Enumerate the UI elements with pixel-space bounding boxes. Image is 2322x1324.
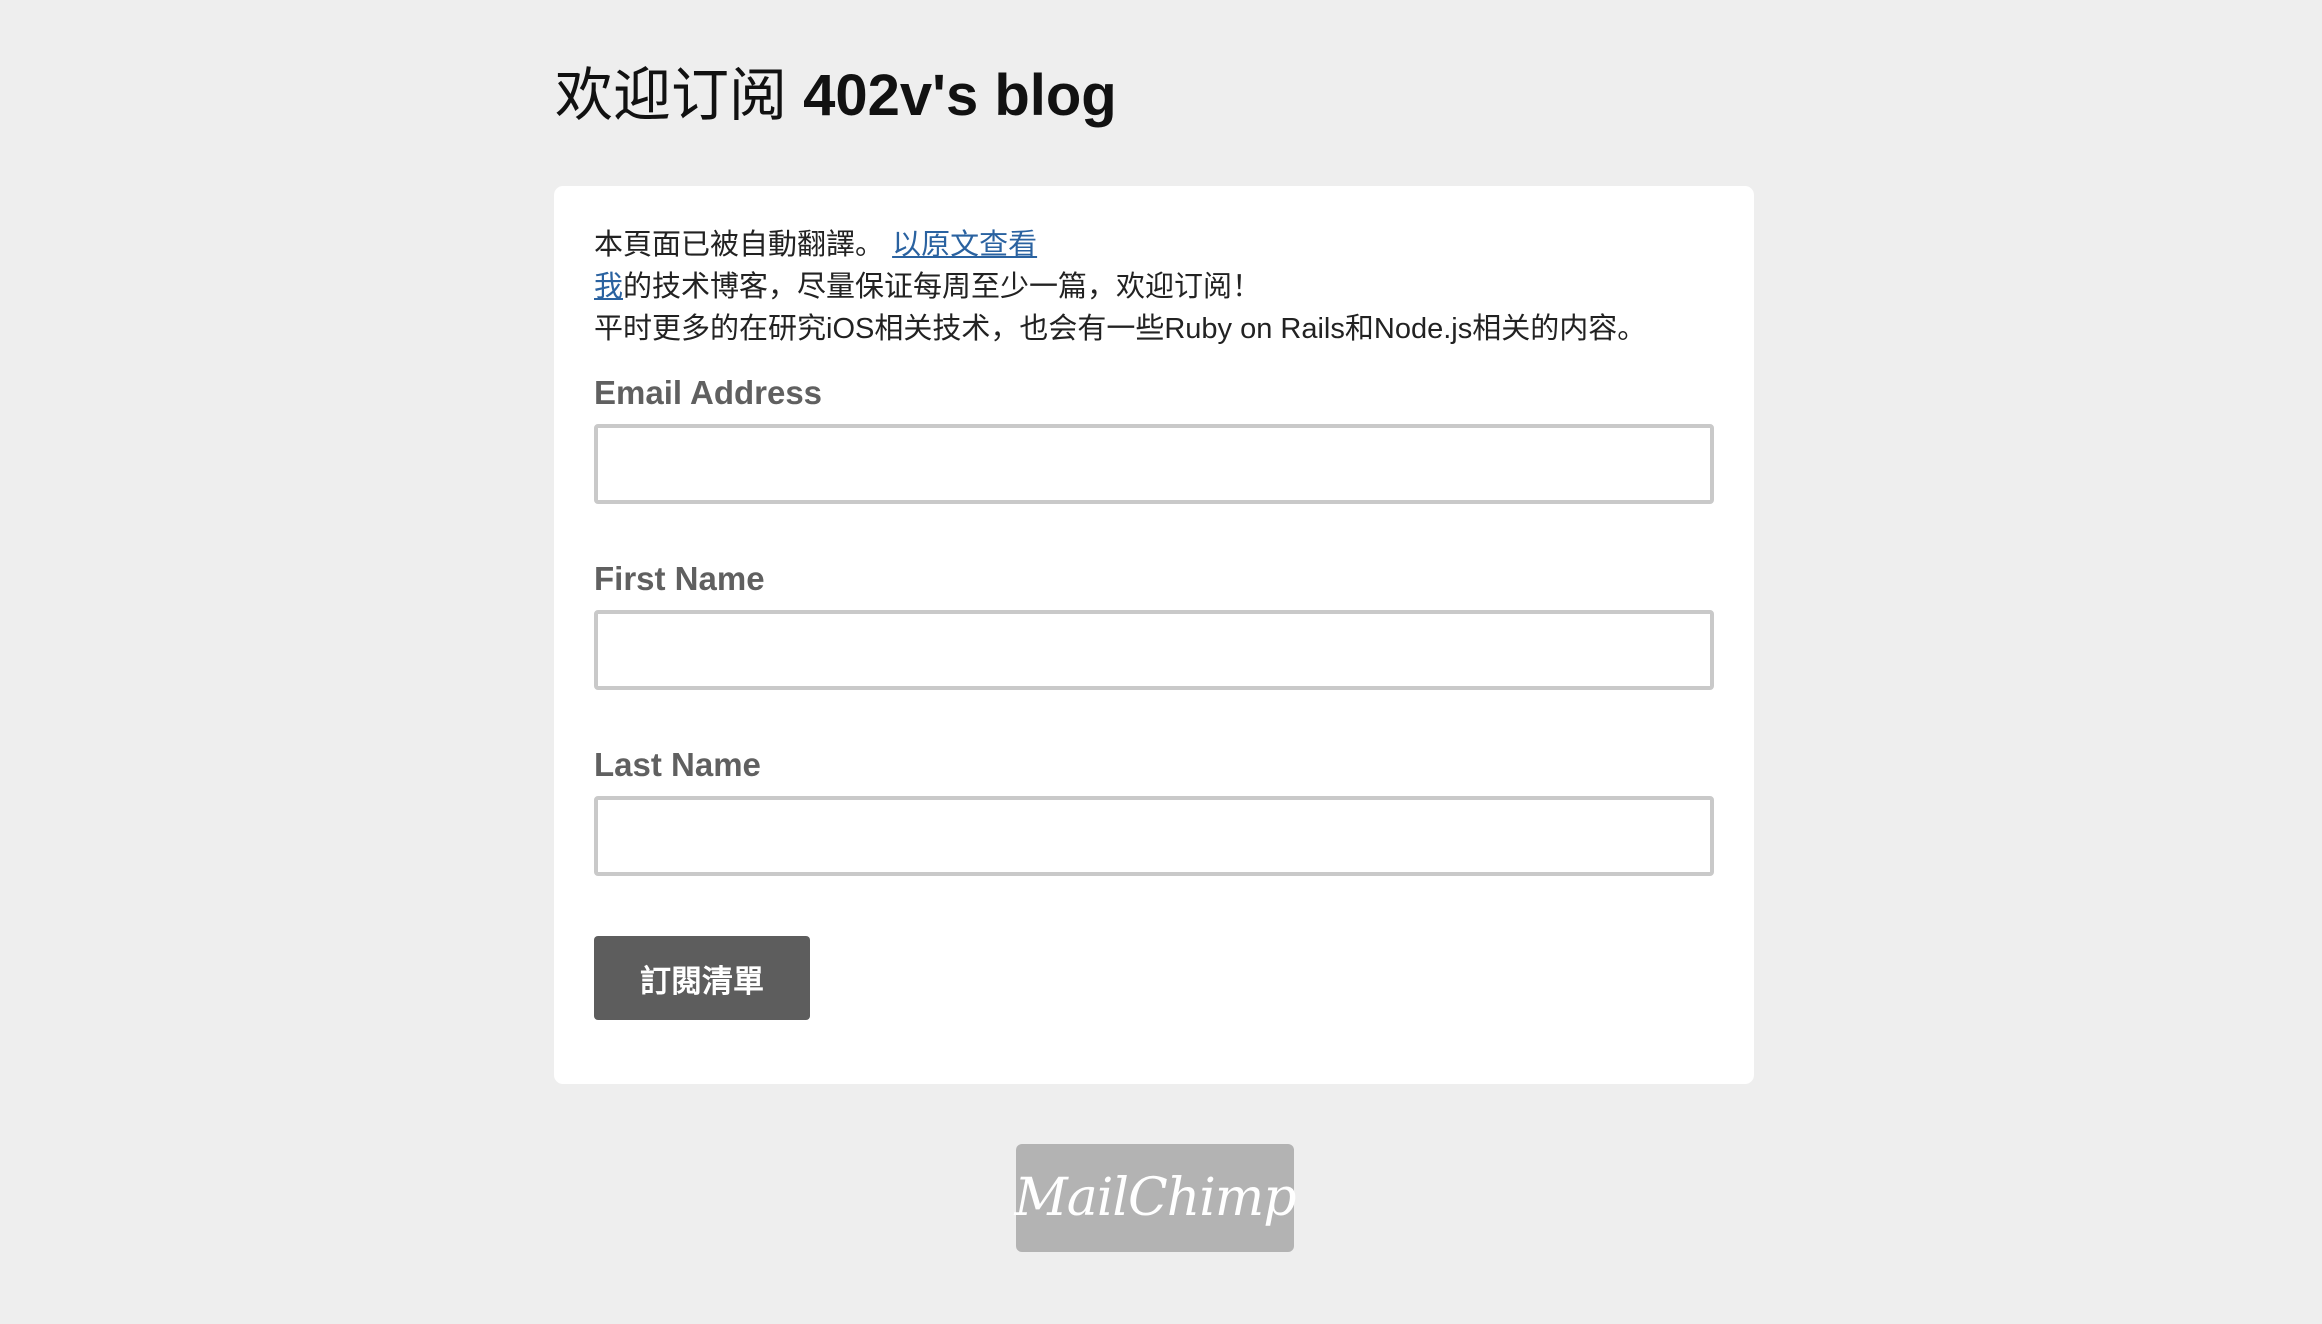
mailchimp-badge[interactable]: MailChimp — [1014, 1144, 1297, 1252]
intro-line-2: 我的技术博客，尽量保证每周至少一篇，欢迎订阅！ — [594, 266, 1724, 308]
last-name-label: Last Name — [594, 746, 761, 783]
page-title-blog-name: 402v's blog — [803, 63, 1117, 128]
subscribe-button[interactable]: 訂閱清單 — [594, 936, 810, 1020]
page-title-prefix: 欢迎订阅 — [555, 63, 788, 128]
view-original-link[interactable]: 以原文查看 — [892, 229, 1037, 261]
email-field[interactable] — [594, 424, 1714, 504]
translation-notice-text: 本頁面已被自動翻譯。 — [594, 229, 885, 261]
mailchimp-logo: MailChimp — [1014, 1168, 1297, 1228]
author-link[interactable]: 我 — [594, 271, 623, 303]
signup-form-card: 本頁面已被自動翻譯。 以原文查看 我的技术博客，尽量保证每周至少一篇，欢迎订阅！… — [554, 186, 1754, 1084]
first-name-label: First Name — [594, 560, 765, 597]
intro-text: 本頁面已被自動翻譯。 以原文查看 我的技术博客，尽量保证每周至少一篇，欢迎订阅！… — [594, 224, 1724, 350]
last-name-field[interactable] — [594, 796, 1714, 876]
translation-notice: 本頁面已被自動翻譯。 以原文查看 — [594, 224, 1724, 266]
email-label: Email Address — [594, 374, 823, 411]
intro-line-2-text: 的技术博客，尽量保证每周至少一篇，欢迎订阅！ — [623, 271, 1262, 303]
intro-line-3: 平时更多的在研究iOS相关技术，也会有一些Ruby on Rails和Node.… — [594, 313, 1647, 345]
first-name-field[interactable] — [594, 610, 1714, 690]
page-title: 欢迎订阅 402v's blog — [555, 56, 1117, 136]
